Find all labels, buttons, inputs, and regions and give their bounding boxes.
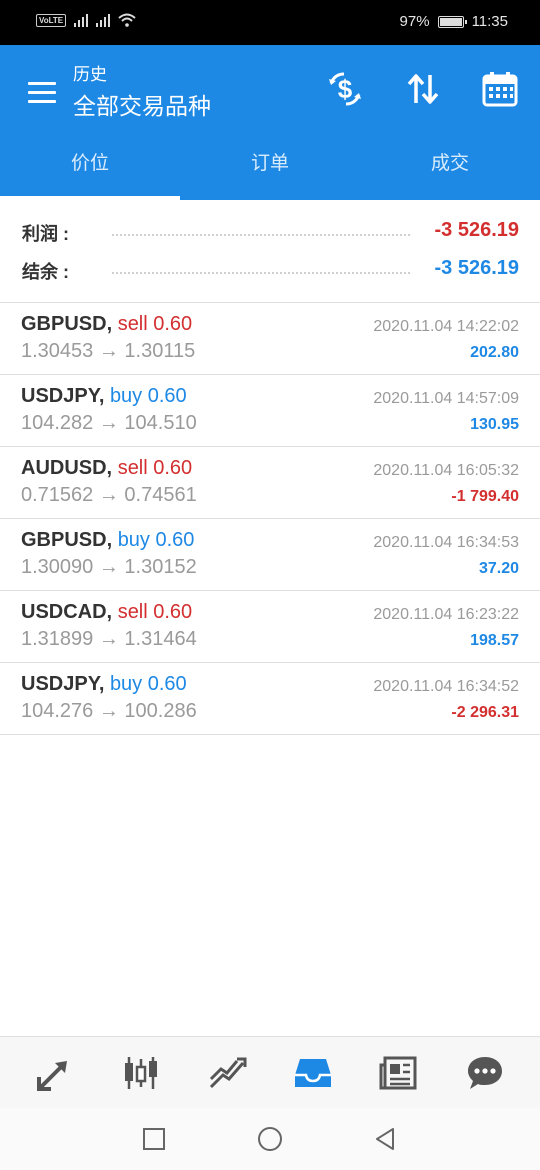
tab-bar: 价位 订单 成交: [0, 130, 540, 200]
signal-icon-2: [96, 13, 111, 27]
trade-profit: -1 799.40: [451, 488, 519, 505]
trade-row[interactable]: AUDUSD, sell 0.60 0.71562 → 0.74561 2020…: [0, 447, 540, 519]
recent-apps-icon[interactable]: [139, 1124, 169, 1154]
currency-exchange-icon[interactable]: $: [322, 67, 368, 111]
trade-symbol: GBPUSD,: [21, 313, 113, 335]
battery-percent: 97%: [399, 13, 430, 30]
home-icon[interactable]: [255, 1124, 285, 1154]
trade-side: buy 0.60: [109, 385, 187, 407]
trade-symbol: GBPUSD,: [21, 529, 113, 551]
tab-orders[interactable]: 订单: [180, 130, 360, 200]
balance-row: 结余 : -3 526.19: [0, 252, 540, 290]
volte-indicator: VoLTE: [36, 13, 67, 27]
news-icon[interactable]: [377, 1051, 421, 1095]
menu-icon[interactable]: [20, 73, 64, 113]
trade-list: GBPUSD, sell 0.60 1.30453 → 1.30115 2020…: [0, 303, 540, 735]
trade-symbol: USDJPY,: [21, 673, 105, 695]
trade-prices: 1.31899 → 1.31464: [21, 628, 197, 650]
inbox-history-icon[interactable]: [291, 1051, 335, 1095]
profit-row: 利润 : -3 526.19: [0, 214, 540, 252]
trade-profit: -2 296.31: [451, 704, 519, 721]
trade-time: 2020.11.04 16:23:22: [373, 606, 519, 623]
system-nav-bar: [0, 1108, 540, 1170]
bottom-nav: [0, 1036, 540, 1108]
trade-side: sell 0.60: [117, 601, 193, 623]
profit-value: -3 526.19: [434, 219, 519, 241]
trade-row[interactable]: USDCAD, sell 0.60 1.31899 → 1.31464 2020…: [0, 591, 540, 663]
trade-profit: 130.95: [470, 416, 519, 433]
trade-time: 2020.11.04 14:57:09: [373, 390, 519, 407]
trade-prices: 1.30453 → 1.30115: [21, 340, 196, 362]
trade-time: 2020.11.04 16:05:32: [373, 462, 519, 479]
trade-prices: 104.276 → 100.286: [21, 700, 197, 722]
profit-label: 利润 :: [22, 224, 69, 244]
signal-icon: [74, 13, 89, 27]
status-bar: VoLTE 97% 11:35: [0, 0, 540, 45]
trade-prices: 1.30090 → 1.30152: [21, 556, 197, 578]
header-subtitle: 历史: [73, 65, 107, 84]
symbol-selector[interactable]: 全部交易品种: [73, 87, 211, 121]
app-bar: 历史 全部交易品种 $ 价位 订单 成交: [0, 45, 540, 200]
sort-icon[interactable]: [400, 67, 446, 111]
summary-panel: 利润 : -3 526.19 结余 : -3 526.19: [0, 214, 540, 290]
trade-time: 2020.11.04 14:22:02: [373, 318, 519, 335]
battery-icon: [437, 15, 467, 28]
dotted-leader: [112, 234, 410, 236]
candlestick-chart-icon[interactable]: [119, 1051, 163, 1095]
wifi-icon: [118, 13, 136, 27]
trade-side: sell 0.60: [117, 457, 193, 479]
trade-profit: 202.80: [470, 344, 519, 361]
trade-side: buy 0.60: [109, 673, 187, 695]
balance-label: 结余 :: [22, 262, 69, 282]
trade-side: buy 0.60: [117, 529, 195, 551]
trade-row[interactable]: GBPUSD, sell 0.60 1.30453 → 1.30115 2020…: [0, 303, 540, 375]
trade-symbol: USDJPY,: [21, 385, 105, 407]
dotted-leader: [112, 272, 410, 274]
trade-prices: 104.282 → 104.510: [21, 412, 197, 434]
back-icon[interactable]: [370, 1124, 400, 1154]
trade-prices: 0.71562 → 0.74561: [21, 484, 197, 506]
svg-text:$: $: [338, 74, 353, 104]
clock: 11:35: [471, 13, 508, 30]
quotes-arrows-icon[interactable]: [33, 1051, 77, 1095]
tab-deals[interactable]: 成交: [360, 130, 540, 200]
trade-row[interactable]: USDJPY, buy 0.60 104.282 → 104.510 2020.…: [0, 375, 540, 447]
trade-profit: 37.20: [478, 560, 519, 577]
balance-value: -3 526.19: [434, 257, 519, 279]
trade-side: sell 0.60: [117, 313, 193, 335]
trade-time: 2020.11.04 16:34:53: [373, 534, 519, 551]
tab-positions[interactable]: 价位: [0, 130, 180, 200]
trade-symbol: USDCAD,: [21, 601, 113, 623]
calendar-icon[interactable]: [477, 67, 523, 111]
trade-row[interactable]: GBPUSD, buy 0.60 1.30090 → 1.30152 2020.…: [0, 519, 540, 591]
trade-time: 2020.11.04 16:34:52: [373, 678, 519, 695]
trade-symbol: AUDUSD,: [21, 457, 113, 479]
chat-icon[interactable]: [463, 1051, 507, 1095]
trade-row[interactable]: USDJPY, buy 0.60 104.276 → 100.286 2020.…: [0, 663, 540, 735]
trade-profit: 198.57: [470, 632, 519, 649]
trend-chart-icon[interactable]: [205, 1051, 249, 1095]
